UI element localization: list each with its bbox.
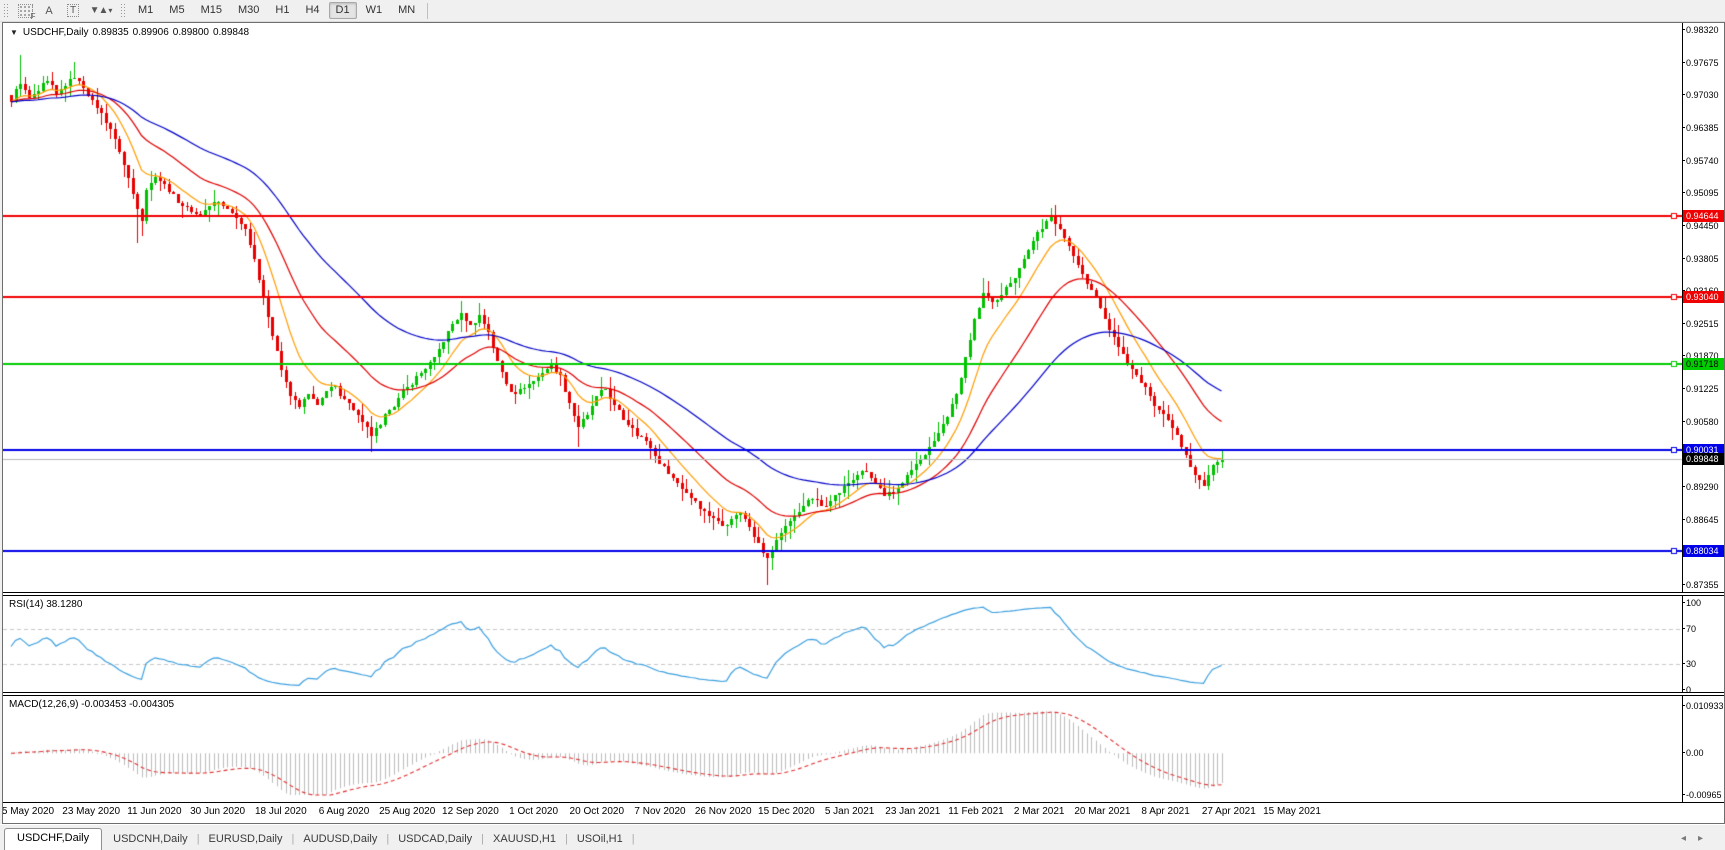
macd-tick-label: 0.010933 (1682, 701, 1724, 711)
tab-separator: | (631, 833, 635, 845)
date-label: 25 Aug 2020 (379, 806, 436, 817)
tab-scroll-right-icon[interactable]: ▸ (1698, 833, 1715, 844)
rsi-label: RSI(14) 38.1280 (9, 599, 83, 610)
macd-tick-label: -0.00965 (1682, 790, 1722, 800)
date-label: 6 Aug 2020 (318, 806, 370, 817)
macd-tick-label: 0.00 (1682, 748, 1704, 759)
chart-tab-usdchf[interactable]: USDCHF,Daily (4, 828, 103, 850)
timeframe-button-d1[interactable]: D1 (328, 2, 357, 19)
rsi-canvas[interactable] (3, 596, 1683, 692)
rsi-tick-label: 70 (1681, 624, 1697, 635)
macd-label: MACD(12,26,9) -0.003453 -0.004305 (9, 699, 175, 710)
date-label: 23 May 2020 (62, 806, 121, 817)
macd-canvas[interactable] (3, 696, 1683, 802)
price-tick-label: 0.93805 (1682, 253, 1719, 264)
chart-dropdown-icon[interactable]: ▼ (10, 28, 18, 37)
price-tick-label: 0.89290 (1682, 482, 1719, 493)
date-label: 18 Jul 2020 (254, 806, 307, 817)
current-price-badge: 0.89848 (1683, 452, 1724, 465)
toolbar-grip[interactable] (3, 3, 10, 18)
date-label: 23 Jan 2021 (885, 806, 941, 817)
timeframe-button-m5[interactable]: M5 (162, 2, 191, 19)
price-tick-label: 0.91225 (1682, 384, 1719, 395)
date-label: 11 Jun 2020 (127, 806, 182, 817)
tab-scroll-arrows: ◂▸ (1681, 833, 1715, 844)
toolbar-grip[interactable] (120, 3, 127, 18)
date-label: 8 Apr 2021 (1141, 806, 1190, 817)
price-tick-label: 0.88645 (1682, 514, 1719, 525)
price-tick-label: 0.96385 (1682, 122, 1719, 133)
chart-title: ▼ USDCHF,Daily 0.89835 0.89906 0.89800 0.8984… (10, 27, 249, 38)
price-pane: ▼ USDCHF,Daily 0.89835 0.89906 0.89800 0.8984… (3, 23, 1724, 593)
price-tick-label: 0.97030 (1682, 90, 1719, 101)
date-label: 7 Nov 2020 (634, 806, 686, 817)
quote-high: 0.89906 (132, 27, 169, 38)
resistance-price-badge: 0.94644 (1683, 210, 1724, 223)
timeframe-button-h4[interactable]: H4 (298, 2, 326, 19)
support-price-badge: 0.91718 (1683, 358, 1724, 371)
date-label: 20 Mar 2021 (1074, 806, 1131, 817)
date-axis[interactable]: 5 May 2020 23 May 2020 11 Jun 2020 30 Jun 2… (3, 803, 1724, 823)
date-label: 11 Feb 2021 (948, 806, 1004, 817)
timeframe-button-h1[interactable]: H1 (268, 2, 296, 19)
quote-low: 0.89800 (172, 27, 209, 38)
chart-window: ▼ USDCHF,Daily 0.89835 0.89906 0.89800 0.8984… (2, 22, 1725, 824)
support-price-badge: 0.88034 (1683, 544, 1724, 557)
toolbar-separator (427, 2, 429, 19)
timeframe-button-mn[interactable]: MN (391, 2, 422, 19)
timeframe-button-m15[interactable]: M15 (194, 2, 229, 19)
quote-open: 0.89835 (92, 27, 129, 38)
chart-tab-usdcnh[interactable]: USDCNH,Daily (104, 830, 197, 850)
date-label: 27 Apr 2021 (1201, 806, 1256, 817)
price-tick-label: 0.87355 (1682, 580, 1719, 590)
macd-axis: 0.010933 0.00 -0.00965 (1682, 696, 1724, 802)
chart-tab-bar: USDCHF,Daily USDCNH,Daily | EURUSD,Daily | AU… (0, 824, 1725, 850)
chart-tab-usoil[interactable]: USOil,H1 (568, 830, 632, 850)
rsi-pane: RSI(14) 38.1280 100 70 30 0 (3, 595, 1724, 695)
chart-tab-audusd[interactable]: AUDUSD,Daily (294, 830, 386, 850)
arrow-styles-icon[interactable]: ▼▲ ▾ (86, 2, 116, 19)
price-tick-label: 0.98320 (1682, 25, 1719, 35)
price-tick-label: 0.95095 (1682, 188, 1719, 199)
timeframe-button-w1[interactable]: W1 (359, 2, 390, 19)
rsi-axis: 100 70 30 0 (1681, 596, 1724, 695)
resistance-price-badge: 0.93040 (1683, 291, 1724, 304)
price-axis: 0.98320 0.97675 0.97030 0.96385 0.95740 0.950… (1682, 23, 1724, 592)
chart-tab-xauusd[interactable]: XAUUSD,H1 (484, 830, 565, 850)
chart-symbol: USDCHF,Daily (22, 27, 89, 38)
price-tick-label: 0.90580 (1682, 416, 1719, 427)
text-annotation-icon[interactable]: A (38, 2, 60, 19)
text-box-icon[interactable]: T (62, 2, 84, 19)
price-tick-label: 0.92515 (1682, 318, 1719, 329)
date-label: 20 Oct 2020 (569, 806, 625, 817)
timeframe-button-m1[interactable]: M1 (131, 2, 160, 19)
dotted-grid-f-icon[interactable]: F (14, 2, 36, 21)
price-chart-canvas[interactable] (3, 23, 1683, 592)
date-label: 30 Jun 2020 (190, 806, 246, 817)
price-tick-label: 0.94450 (1682, 220, 1719, 231)
quote-close: 0.89848 (212, 27, 250, 38)
price-tick-label: 0.97675 (1682, 57, 1719, 68)
date-label: 2 Mar 2021 (1013, 806, 1065, 817)
date-label: 15 May 2021 (1263, 806, 1321, 817)
date-label: 15 Dec 2020 (758, 806, 815, 817)
date-label: 1 Oct 2020 (509, 806, 559, 817)
rsi-tick-label: 0 (1681, 685, 1692, 695)
tab-scroll-left-icon[interactable]: ◂ (1681, 833, 1698, 844)
date-label: 5 May 2020 (3, 806, 55, 817)
chart-tab-eurusd[interactable]: EURUSD,Daily (200, 830, 292, 850)
timeframe-button-m30[interactable]: M30 (231, 2, 266, 19)
macd-pane: MACD(12,26,9) -0.003453 -0.004305 0.0109… (3, 695, 1724, 803)
date-label: 26 Nov 2020 (694, 806, 752, 817)
date-label: 12 Sep 2020 (442, 806, 499, 817)
dropdown-caret-icon[interactable]: ▾ (108, 6, 112, 15)
date-label: 5 Jan 2021 (824, 806, 875, 817)
top-toolbar: F A T ▼▲ ▾ M1 M5 M15 M30 H1 H4 D1 W1 MN (0, 0, 1725, 22)
rsi-tick-label: 30 (1681, 658, 1697, 669)
rsi-tick-label: 100 (1681, 598, 1702, 608)
chart-tab-usdcad[interactable]: USDCAD,Daily (389, 830, 481, 850)
price-tick-label: 0.95740 (1682, 155, 1719, 166)
